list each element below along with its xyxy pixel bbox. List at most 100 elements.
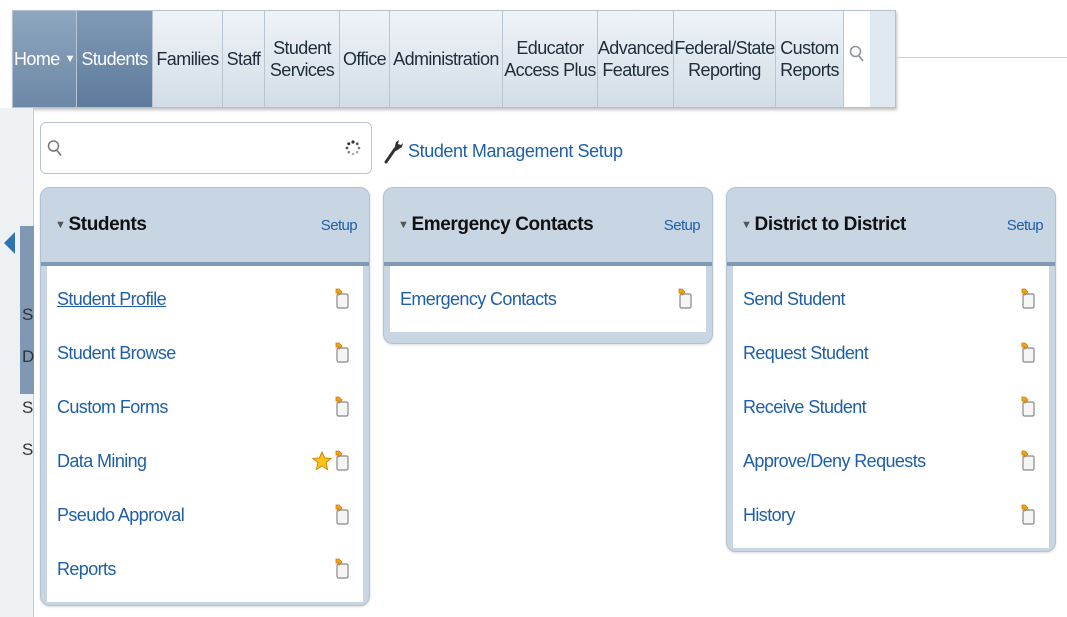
add-favorite-icon[interactable] <box>676 288 694 310</box>
menu-link[interactable]: Approve/Deny Requests <box>743 451 926 472</box>
menu-link[interactable]: Emergency Contacts <box>400 289 557 310</box>
card-title[interactable]: ▼ District to District <box>741 214 906 236</box>
add-favorite-icon[interactable] <box>1019 396 1037 418</box>
item-icons <box>1019 288 1037 310</box>
item-icons <box>1019 450 1037 472</box>
menu-search-input[interactable] <box>67 133 345 163</box>
add-favorite-icon[interactable] <box>333 342 351 364</box>
menu-link[interactable]: Student Profile <box>57 289 167 310</box>
nav-tab-staff[interactable]: Staff <box>223 11 265 107</box>
nav-tab-home[interactable]: Home ▼ <box>13 11 77 107</box>
nav-tab-administration[interactable]: Administration <box>390 11 503 107</box>
card-body: Emergency Contacts <box>390 266 706 332</box>
student-management-setup-link[interactable]: Student Management Setup <box>384 138 623 164</box>
add-favorite-icon[interactable] <box>333 558 351 580</box>
list-item: Student Browse <box>47 326 363 380</box>
item-icons <box>333 342 351 364</box>
nav-tab-label: Custom Reports <box>780 38 839 80</box>
item-icons <box>676 288 694 310</box>
menu-link[interactable]: History <box>743 505 795 526</box>
header-divider <box>896 57 1067 58</box>
nav-tab-label: Educator Access Plus <box>504 38 596 80</box>
nav-tab-label: Student Services <box>269 38 335 80</box>
card-header: ▼ Emergency Contacts Setup <box>384 188 712 266</box>
card-setup-link[interactable]: Setup <box>321 217 358 234</box>
left-side-panel: S D S S <box>0 108 34 617</box>
item-icons <box>333 396 351 418</box>
add-favorite-icon[interactable] <box>1019 504 1037 526</box>
favorite-star-icon[interactable] <box>312 451 332 471</box>
item-icons <box>333 558 351 580</box>
menu-link[interactable]: Request Student <box>743 343 869 364</box>
list-item: Pseudo Approval <box>47 488 363 542</box>
item-icons <box>1019 342 1037 364</box>
list-item: History <box>733 488 1049 542</box>
list-item: Approve/Deny Requests <box>733 434 1049 488</box>
list-item: Send Student <box>733 272 1049 326</box>
menu-search-box <box>40 122 372 174</box>
nav-tab-educator-access-plus[interactable]: Educator Access Plus <box>503 11 598 107</box>
loading-spinner-icon <box>345 140 361 156</box>
panel-text-fragment: S <box>22 440 34 459</box>
list-item: Custom Forms <box>47 380 363 434</box>
add-favorite-icon[interactable] <box>333 396 351 418</box>
menu-link[interactable]: Pseudo Approval <box>57 505 185 526</box>
card-setup-link[interactable]: Setup <box>664 217 701 234</box>
list-item: Request Student <box>733 326 1049 380</box>
panel-text-fragment: S <box>22 398 34 417</box>
nav-tab-student-services[interactable]: Student Services <box>265 11 340 107</box>
nav-tab-label: Families <box>156 49 219 69</box>
nav-search-button[interactable] <box>844 11 870 107</box>
menu-link[interactable]: Receive Student <box>743 397 867 418</box>
nav-tab-home-label: Home <box>14 49 60 69</box>
district-to-district-card: ▼ District to District Setup Send Studen… <box>726 187 1056 552</box>
card-title[interactable]: ▼ Emergency Contacts <box>398 214 594 236</box>
item-icons <box>333 504 351 526</box>
card-setup-link[interactable]: Setup <box>1007 217 1044 234</box>
card-title[interactable]: ▼ Students <box>55 214 147 236</box>
card-body: Student Profile Student Browse Custom Fo… <box>47 266 363 602</box>
nav-tab-custom-reports[interactable]: Custom Reports <box>776 11 844 107</box>
list-item: Student Profile <box>47 272 363 326</box>
chevron-down-icon[interactable]: ▼ <box>65 48 76 70</box>
nav-tab-label: Administration <box>393 49 499 69</box>
search-icon <box>47 140 62 157</box>
nav-tab-students[interactable]: Students <box>77 11 153 107</box>
nav-tab-advanced-features[interactable]: Advanced Features <box>598 11 674 107</box>
list-item: Receive Student <box>733 380 1049 434</box>
nav-tab-office[interactable]: Office <box>340 11 390 107</box>
menu-link[interactable]: Custom Forms <box>57 397 168 418</box>
menu-link[interactable]: Send Student <box>743 289 845 310</box>
emergency-contacts-card: ▼ Emergency Contacts Setup Emergency Con… <box>383 187 713 344</box>
collapse-triangle-icon[interactable]: ▼ <box>398 219 409 231</box>
add-favorite-icon[interactable] <box>333 288 351 310</box>
menu-link[interactable]: Reports <box>57 559 116 580</box>
add-favorite-icon[interactable] <box>1019 342 1037 364</box>
item-icons <box>1019 396 1037 418</box>
card-title-label: Students <box>68 214 147 235</box>
nav-tab-families[interactable]: Families <box>153 11 223 107</box>
collapse-triangle-icon[interactable]: ▼ <box>741 219 752 231</box>
nav-tab-label: Students <box>81 49 148 69</box>
add-favorite-icon[interactable] <box>1019 450 1037 472</box>
item-icons <box>312 450 351 472</box>
add-favorite-icon[interactable] <box>333 504 351 526</box>
list-item: Data Mining <box>47 434 363 488</box>
list-item: Emergency Contacts <box>390 272 706 326</box>
nav-tab-federal-state-reporting[interactable]: Federal/State Reporting <box>674 11 776 107</box>
panel-text-fragment: D <box>22 347 35 366</box>
panel-text-fragment: S <box>22 305 34 324</box>
card-body: Send Student Request Student Receive Stu… <box>733 266 1049 548</box>
menu-link[interactable]: Data Mining <box>57 451 147 472</box>
students-card: ▼ Students Setup Student Profile Student… <box>40 187 370 606</box>
card-title-label: District to District <box>754 214 907 235</box>
add-favorite-icon[interactable] <box>333 450 351 472</box>
add-favorite-icon[interactable] <box>1019 288 1037 310</box>
collapse-arrow-icon[interactable] <box>4 232 15 254</box>
card-title-label: Emergency Contacts <box>411 214 594 235</box>
item-icons <box>1019 504 1037 526</box>
collapse-triangle-icon[interactable]: ▼ <box>55 219 66 231</box>
setup-link-label: Student Management Setup <box>408 140 623 161</box>
menu-link[interactable]: Student Browse <box>57 343 176 364</box>
card-header: ▼ Students Setup <box>41 188 369 266</box>
